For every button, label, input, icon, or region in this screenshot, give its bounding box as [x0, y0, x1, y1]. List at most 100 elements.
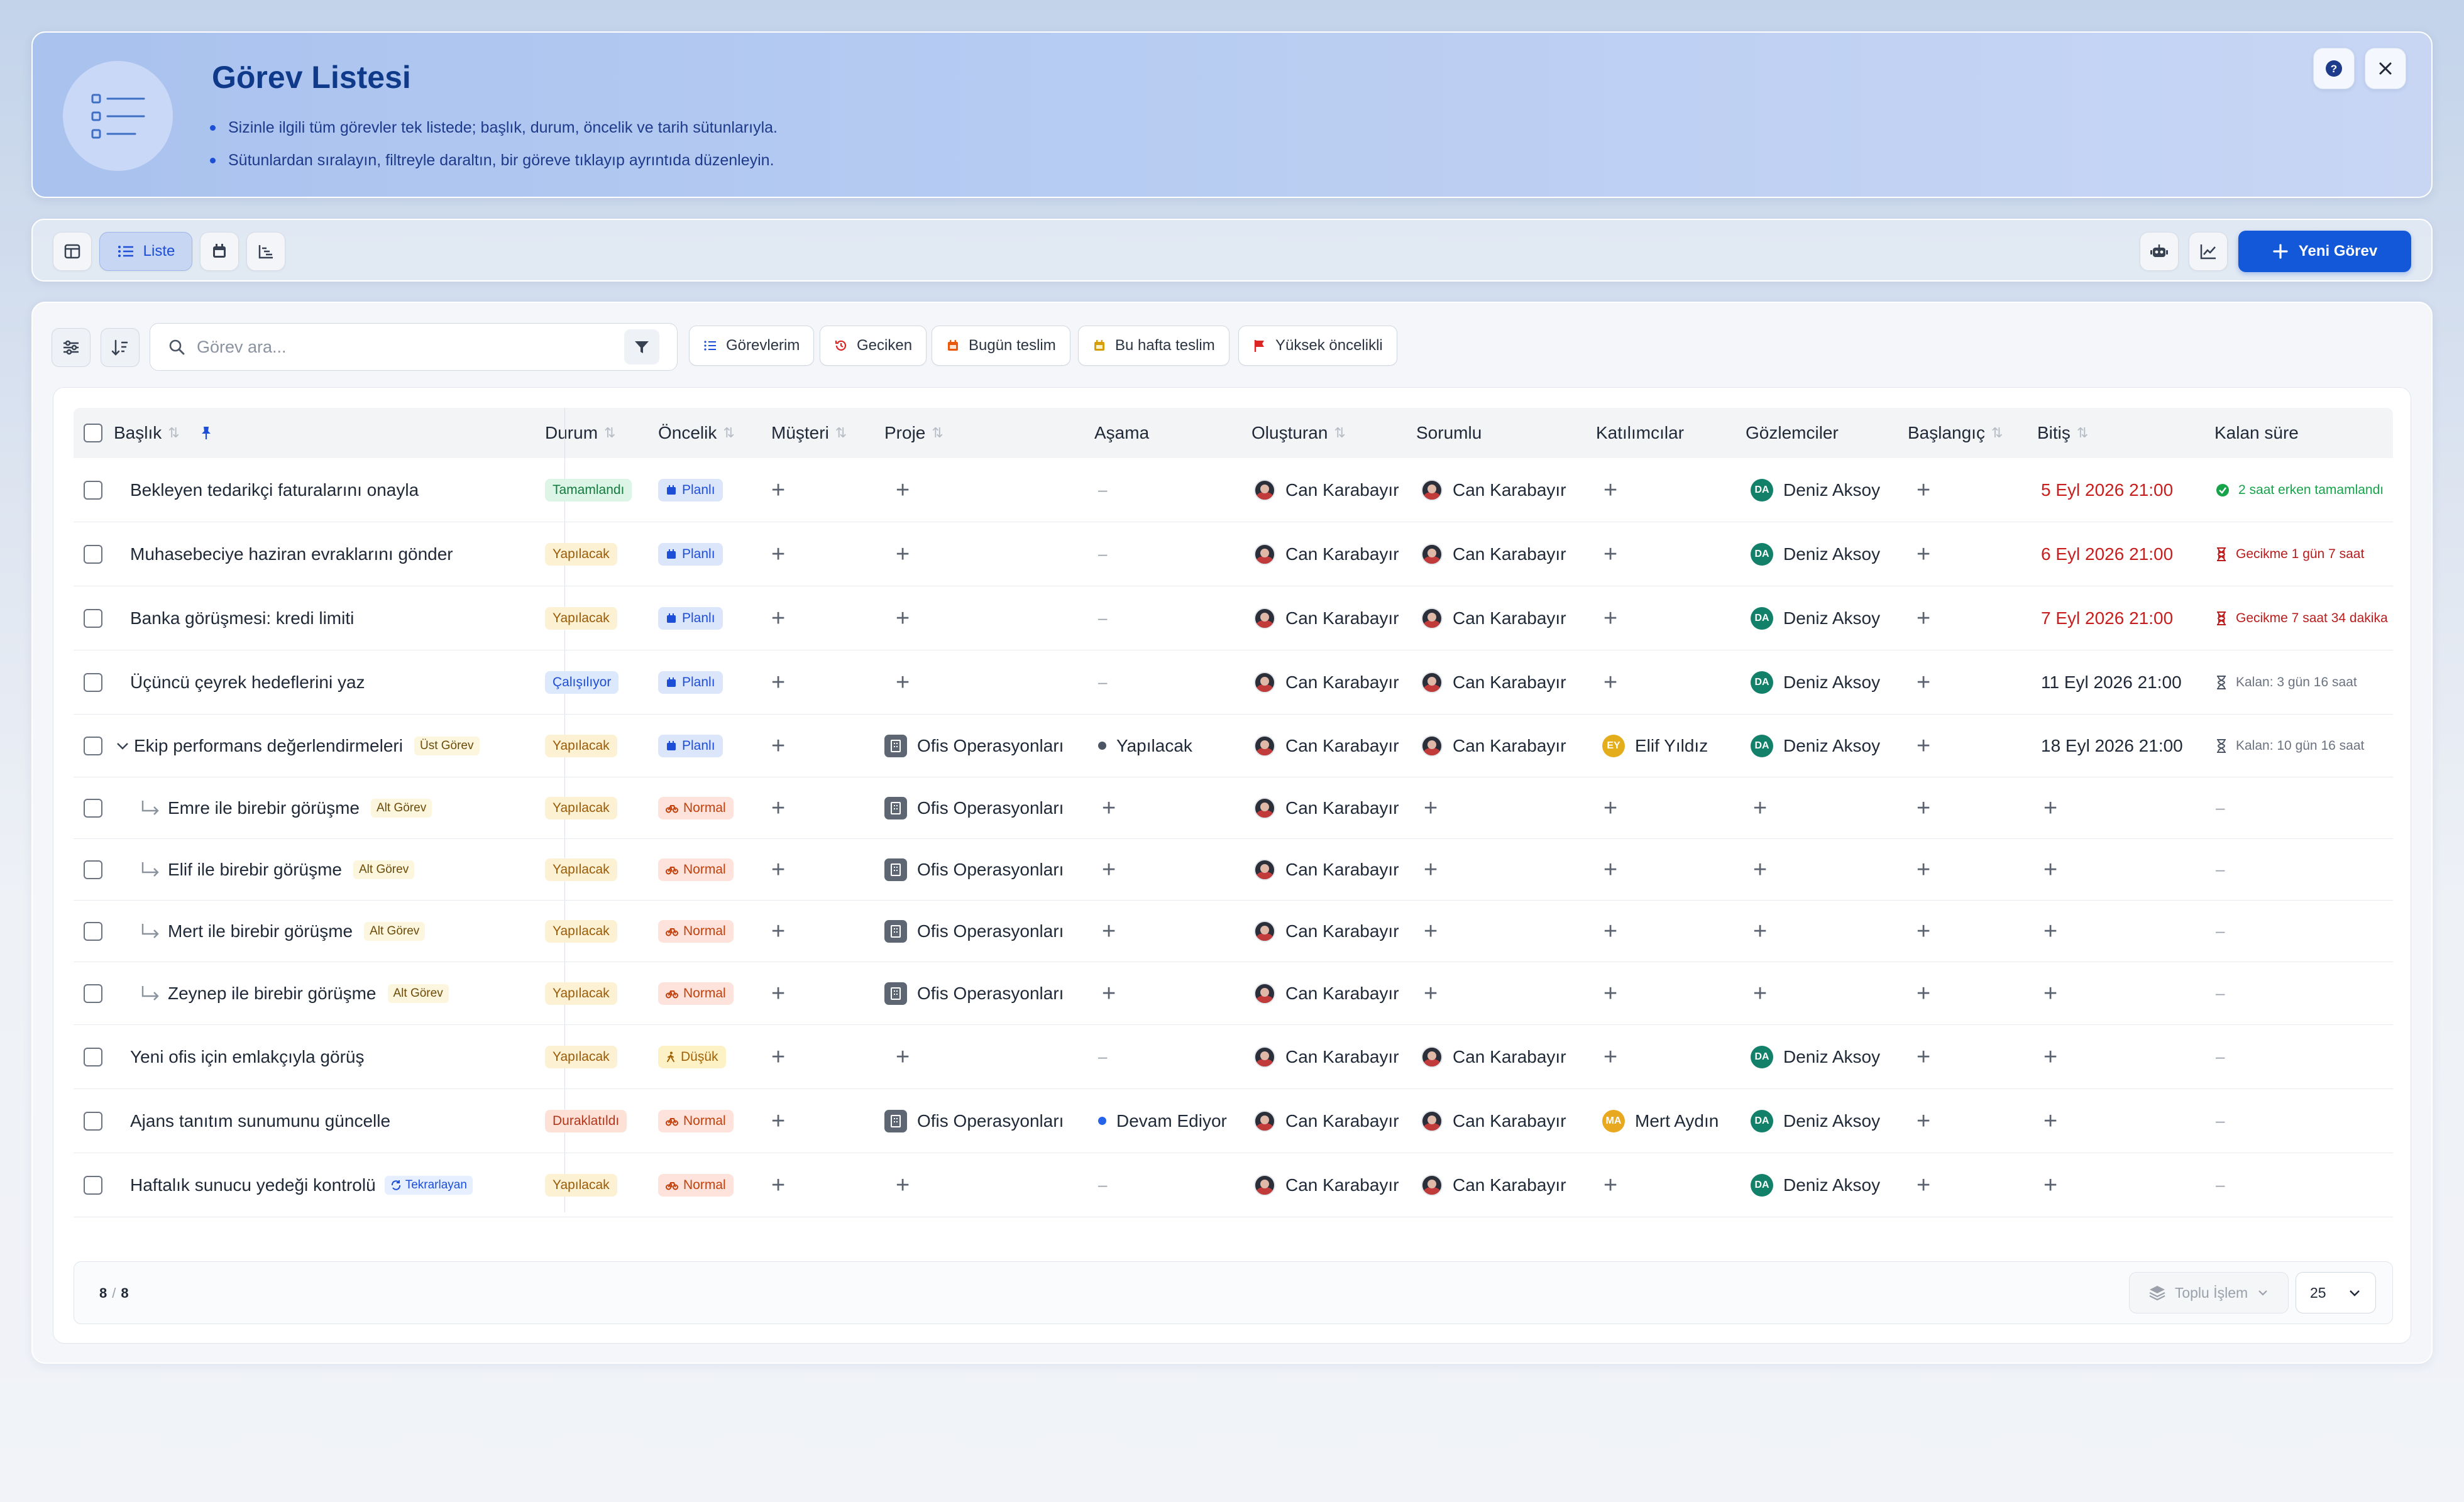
- add-project-button[interactable]: +: [896, 606, 910, 630]
- task-title[interactable]: Banka görüşmesi: kredi limiti: [130, 608, 354, 628]
- priority-badge[interactable]: Düşük: [658, 1045, 726, 1068]
- table-row[interactable]: Muhasebeciye haziran evraklarını gönder Y…: [74, 522, 2393, 586]
- add-stage-button[interactable]: +: [1102, 982, 1116, 1006]
- table-row[interactable]: Banka görüşmesi: kredi limiti Yapılacak Pl…: [74, 586, 2393, 650]
- observer-name[interactable]: Deniz Aksoy: [1783, 672, 1880, 693]
- search-input[interactable]: [197, 337, 624, 357]
- priority-badge[interactable]: Normal: [658, 858, 734, 881]
- status-badge[interactable]: Tamamlandı: [545, 478, 632, 502]
- add-customer-button[interactable]: +: [771, 734, 785, 758]
- project-name[interactable]: Ofis Operasyonları: [917, 1111, 1064, 1131]
- status-badge[interactable]: Yapılacak: [545, 606, 617, 630]
- row-checkbox[interactable]: [84, 650, 102, 714]
- add-stage-button[interactable]: +: [1102, 858, 1116, 882]
- add-start-date-button[interactable]: +: [1917, 734, 1930, 758]
- project-name[interactable]: Ofis Operasyonları: [917, 921, 1064, 941]
- table-row[interactable]: Üçüncü çeyrek hedeflerini yaz Çalışılıyor…: [74, 650, 2393, 715]
- add-project-button[interactable]: +: [896, 671, 910, 694]
- board-view-button[interactable]: [53, 232, 92, 271]
- status-badge[interactable]: Yapılacak: [545, 734, 617, 757]
- task-title[interactable]: Muhasebeciye haziran evraklarını gönder: [130, 544, 453, 564]
- add-participant-button[interactable]: +: [1603, 1173, 1617, 1197]
- chip-high-priority[interactable]: Yüksek öncelikli: [1238, 326, 1397, 366]
- priority-badge[interactable]: Planlı: [658, 478, 723, 502]
- due-date[interactable]: 18 Eyl 2026 21:00: [2041, 736, 2183, 756]
- priority-badge[interactable]: Normal: [658, 982, 734, 1005]
- add-due-date-button[interactable]: +: [2043, 919, 2057, 943]
- priority-badge[interactable]: Planlı: [658, 542, 723, 566]
- add-observer-button[interactable]: +: [1753, 919, 1767, 943]
- row-checkbox[interactable]: [84, 522, 102, 586]
- gantt-view-button[interactable]: [246, 232, 285, 271]
- add-stage-button[interactable]: +: [1102, 796, 1116, 820]
- new-task-button[interactable]: Yeni Görev: [2238, 231, 2411, 272]
- add-participant-button[interactable]: +: [1603, 1045, 1617, 1069]
- status-badge[interactable]: Çalışılıyor: [545, 671, 619, 694]
- add-participant-button[interactable]: +: [1603, 606, 1617, 630]
- add-owner-button[interactable]: +: [1424, 982, 1438, 1006]
- add-project-button[interactable]: +: [896, 542, 910, 566]
- owner-name[interactable]: Can Karabayır: [1453, 608, 1566, 628]
- add-owner-button[interactable]: +: [1424, 919, 1438, 943]
- row-checkbox[interactable]: [84, 962, 102, 1024]
- task-title[interactable]: Üçüncü çeyrek hedeflerini yaz: [130, 672, 365, 693]
- add-due-date-button[interactable]: +: [2043, 796, 2057, 820]
- owner-name[interactable]: Can Karabayır: [1453, 1175, 1566, 1195]
- status-badge[interactable]: Duraklatıldı: [545, 1109, 627, 1132]
- column-settings-button[interactable]: [52, 328, 91, 367]
- observer-name[interactable]: Deniz Aksoy: [1783, 544, 1880, 564]
- add-customer-button[interactable]: +: [771, 606, 785, 630]
- project-name[interactable]: Ofis Operasyonları: [917, 736, 1064, 756]
- observer-name[interactable]: Deniz Aksoy: [1783, 736, 1880, 756]
- add-observer-button[interactable]: +: [1753, 796, 1767, 820]
- table-row[interactable]: Haftalık sunucu yedeği kontrolü Tekrarlay…: [74, 1153, 2393, 1217]
- table-row[interactable]: Zeynep ile birebir görüşme Alt Görev Yapıl…: [74, 962, 2393, 1025]
- add-customer-button[interactable]: +: [771, 1173, 785, 1197]
- row-checkbox[interactable]: [84, 1089, 102, 1153]
- add-participant-button[interactable]: +: [1603, 478, 1617, 502]
- add-project-button[interactable]: +: [896, 1173, 910, 1197]
- table-row[interactable]: Yeni ofis için emlakçıyla görüş Yapılacak…: [74, 1025, 2393, 1089]
- priority-badge[interactable]: Normal: [658, 1173, 734, 1197]
- col-owner[interactable]: Sorumlu: [1416, 408, 1482, 458]
- task-title[interactable]: Ekip performans değerlendirmeleri: [134, 736, 403, 756]
- add-participant-button[interactable]: +: [1603, 919, 1617, 943]
- col-project[interactable]: Proje ⇅: [884, 408, 943, 458]
- add-start-date-button[interactable]: +: [1917, 542, 1930, 566]
- chip-due-today[interactable]: Bugün teslim: [932, 326, 1070, 366]
- task-title[interactable]: Emre ile birebir görüşme: [168, 798, 360, 818]
- status-badge[interactable]: Yapılacak: [545, 919, 617, 943]
- select-all-checkbox[interactable]: [84, 408, 102, 458]
- owner-name[interactable]: Can Karabayır: [1453, 544, 1566, 564]
- priority-badge[interactable]: Normal: [658, 919, 734, 943]
- add-project-button[interactable]: +: [896, 1045, 910, 1069]
- row-checkbox[interactable]: [84, 777, 102, 838]
- bulk-action-button[interactable]: Toplu İşlem: [2129, 1272, 2289, 1313]
- filter-button[interactable]: [624, 329, 659, 365]
- chip-overdue[interactable]: Geciken: [820, 326, 927, 366]
- table-row[interactable]: Mert ile birebir görüşme Alt Görev Yapılac…: [74, 901, 2393, 962]
- row-checkbox[interactable]: [84, 715, 102, 777]
- project-name[interactable]: Ofis Operasyonları: [917, 798, 1064, 818]
- status-badge[interactable]: Yapılacak: [545, 858, 617, 881]
- add-participant-button[interactable]: +: [1603, 982, 1617, 1006]
- add-participant-button[interactable]: +: [1603, 796, 1617, 820]
- task-title[interactable]: Zeynep ile birebir görüşme: [168, 984, 377, 1004]
- col-start[interactable]: Başlangıç ⇅: [1908, 408, 2003, 458]
- priority-badge[interactable]: Planlı: [658, 734, 723, 757]
- add-start-date-button[interactable]: +: [1917, 1109, 1930, 1133]
- add-due-date-button[interactable]: +: [2043, 982, 2057, 1006]
- participant-name[interactable]: Mert Aydın: [1635, 1111, 1719, 1131]
- table-row[interactable]: Elif ile birebir görüşme Alt Görev Yapılac…: [74, 839, 2393, 901]
- add-owner-button[interactable]: +: [1424, 858, 1438, 882]
- task-title[interactable]: Ajans tanıtım sunumunu güncelle: [130, 1111, 390, 1131]
- due-date[interactable]: 5 Eyl 2026 21:00: [2041, 480, 2173, 500]
- table-row[interactable]: Ekip performans değerlendirmeleri Üst Gör…: [74, 715, 2393, 777]
- automation-button[interactable]: [2140, 232, 2179, 271]
- sort-button[interactable]: [101, 328, 140, 367]
- add-start-date-button[interactable]: +: [1917, 796, 1930, 820]
- list-view-button[interactable]: Liste: [99, 232, 192, 271]
- owner-name[interactable]: Can Karabayır: [1453, 480, 1566, 500]
- row-checkbox[interactable]: [84, 901, 102, 962]
- add-customer-button[interactable]: +: [771, 1045, 785, 1069]
